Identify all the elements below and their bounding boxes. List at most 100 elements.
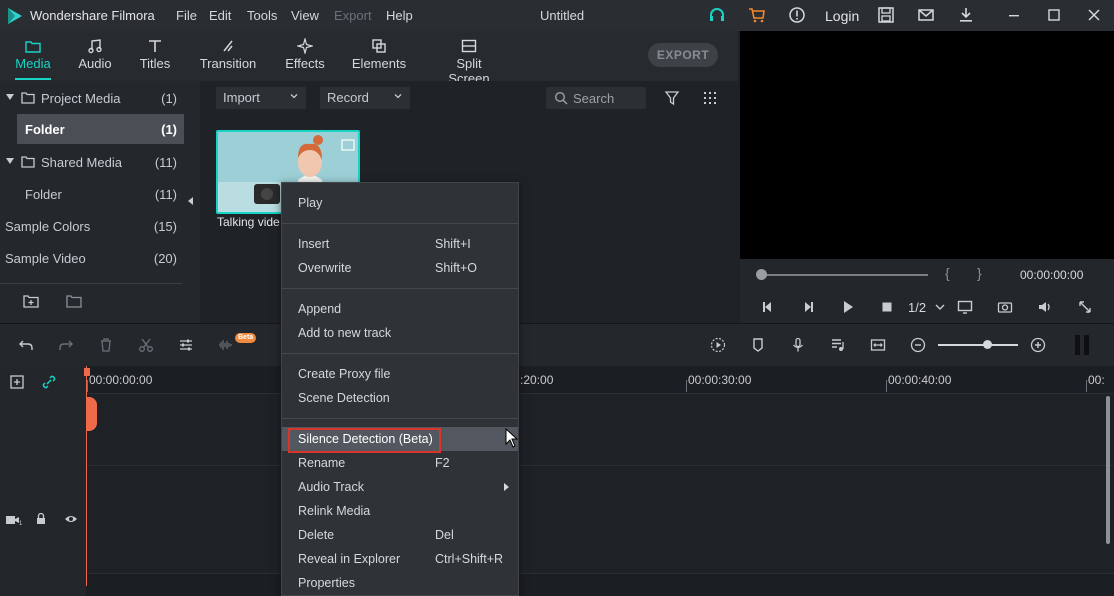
menu-item-rename[interactable]: Rename F2 (282, 451, 518, 475)
folder-outline-icon[interactable] (66, 294, 82, 308)
login-link[interactable]: Login (825, 8, 859, 24)
timeline-vertical-scrollbar[interactable] (1106, 396, 1110, 544)
timeline-track-upper[interactable] (86, 394, 1114, 466)
timeline-ruler[interactable]: 00:00:00:00 :20:00 00:00:30:00 00:00:40:… (86, 366, 1114, 394)
tab-transition[interactable]: Transition (198, 31, 258, 81)
fullscreen-icon[interactable] (1077, 299, 1093, 315)
menu-item-scene-detection[interactable]: Scene Detection (282, 386, 518, 410)
menu-item-insert[interactable]: Insert Shift+I (282, 232, 518, 256)
stop-icon[interactable] (879, 299, 895, 315)
tab-split-screen[interactable]: Split Screen (434, 31, 504, 86)
menu-item-audio-track[interactable]: Audio Track (282, 475, 518, 499)
fit-timeline-icon[interactable] (870, 337, 886, 353)
microphone-icon[interactable] (790, 337, 806, 353)
record-dropdown[interactable]: Record (320, 87, 410, 109)
import-dropdown[interactable]: Import (216, 87, 306, 109)
tree-item-label: Sample Colors (5, 219, 91, 234)
menu-item-overwrite[interactable]: Overwrite Shift+O (282, 256, 518, 280)
menu-help[interactable]: Help (386, 8, 413, 23)
minimize-icon[interactable] (1005, 6, 1023, 24)
menu-item-delete[interactable]: Delete Del (282, 523, 518, 547)
menu-item-shortcut: Ctrl+Shift+R (435, 552, 504, 566)
playback-quality[interactable]: 1/2 (908, 300, 926, 315)
menu-item-play[interactable]: Play (282, 191, 518, 215)
scrub-track[interactable] (760, 274, 928, 276)
collapse-panel-icon[interactable] (188, 197, 193, 205)
cart-icon[interactable] (748, 6, 766, 24)
tree-item-folder-selected[interactable]: Folder (1) (17, 114, 184, 144)
display-icon[interactable] (957, 299, 973, 315)
menu-item-properties[interactable]: Properties (282, 571, 518, 595)
info-icon[interactable] (788, 6, 806, 24)
tab-audio[interactable]: Audio (74, 31, 116, 81)
grid-view-icon[interactable] (702, 90, 718, 106)
audio-wave-icon[interactable] (218, 337, 234, 353)
scrub-handle[interactable] (756, 269, 767, 280)
snapshot-icon[interactable] (997, 299, 1013, 315)
pause-icon[interactable] (1074, 333, 1090, 357)
menu-item-create-proxy[interactable]: Create Proxy file (282, 362, 518, 386)
save-icon[interactable] (877, 6, 895, 24)
playhead-handle[interactable] (84, 368, 90, 376)
preview-viewer[interactable] (740, 31, 1114, 259)
expand-caret-icon[interactable] (6, 94, 14, 100)
new-folder-icon[interactable] (23, 294, 39, 308)
scissors-icon[interactable] (138, 337, 154, 353)
chevron-down-icon[interactable] (932, 299, 948, 315)
export-button[interactable]: EXPORT (648, 43, 718, 67)
menu-view[interactable]: View (291, 8, 319, 23)
link-icon[interactable] (41, 374, 57, 390)
tab-elements[interactable]: Elements (350, 31, 408, 81)
tree-item-sample-video[interactable]: Sample Video (20) (0, 243, 184, 273)
play-icon[interactable] (840, 299, 856, 315)
tree-item-sample-colors[interactable]: Sample Colors (15) (0, 211, 184, 241)
tab-media[interactable]: Media (10, 31, 56, 81)
eye-icon[interactable] (64, 513, 78, 525)
menu-item-add-to-new-track[interactable]: Add to new track (282, 321, 518, 345)
expand-caret-icon[interactable] (6, 158, 14, 164)
track-headers: 1 (0, 366, 86, 596)
ruler-line (686, 380, 687, 392)
mark-in-brace[interactable]: { (945, 265, 950, 281)
step-forward-icon[interactable] (800, 299, 816, 315)
zoom-slider-handle[interactable] (983, 340, 992, 349)
step-back-icon[interactable] (760, 299, 776, 315)
tree-item-project-media[interactable]: Project Media (1) (0, 83, 184, 113)
filter-icon[interactable] (664, 90, 680, 106)
tab-effects[interactable]: Effects (282, 31, 328, 81)
volume-icon[interactable] (1037, 299, 1053, 315)
mark-out-brace[interactable]: } (977, 265, 982, 281)
marker-icon[interactable] (750, 337, 766, 353)
tab-titles[interactable]: Titles (135, 31, 175, 81)
lock-icon[interactable] (34, 513, 48, 525)
close-icon[interactable] (1085, 6, 1103, 24)
zoom-out-icon[interactable] (910, 337, 926, 353)
maximize-icon[interactable] (1045, 6, 1063, 24)
menu-edit[interactable]: Edit (209, 8, 231, 23)
undo-icon[interactable] (18, 337, 34, 353)
menu-separator (282, 223, 518, 224)
tree-item-count: (11) (154, 155, 177, 170)
menu-item-relink-media[interactable]: Relink Media (282, 499, 518, 523)
delete-icon[interactable] (98, 337, 114, 353)
download-icon[interactable] (957, 6, 975, 24)
add-track-icon[interactable] (10, 375, 26, 389)
mail-icon[interactable] (917, 6, 935, 24)
adjust-icon[interactable] (178, 337, 194, 353)
search-input[interactable]: Search (546, 87, 646, 109)
menu-item-reveal-in-explorer[interactable]: Reveal in Explorer Ctrl+Shift+R (282, 547, 518, 571)
tree-item-shared-media[interactable]: Shared Media (11) (0, 147, 184, 177)
zoom-in-icon[interactable] (1030, 337, 1046, 353)
render-preview-icon[interactable] (710, 337, 726, 353)
playhead-scissors-handle[interactable] (86, 397, 97, 431)
headset-icon[interactable] (708, 6, 726, 24)
redo-icon[interactable] (58, 337, 74, 353)
menu-file[interactable]: File (176, 8, 197, 23)
menu-item-label: Relink Media (298, 504, 371, 518)
tree-item-shared-folder[interactable]: Folder (11) (0, 179, 184, 209)
menu-item-append[interactable]: Append (282, 297, 518, 321)
voiceover-list-icon[interactable] (830, 337, 846, 353)
zoom-slider-track[interactable] (938, 344, 1018, 346)
timeline-track-video-1[interactable] (86, 467, 1114, 574)
menu-tools[interactable]: Tools (247, 8, 277, 23)
